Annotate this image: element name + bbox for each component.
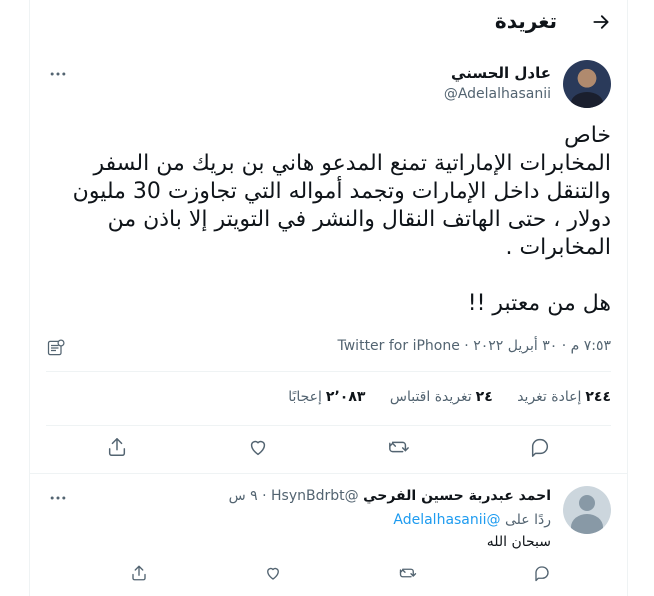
more-icon[interactable] (48, 488, 68, 508)
reply-actions (130, 564, 551, 584)
tweet-source[interactable]: Twitter for iPhone (338, 338, 460, 354)
tweet-stats: ٢٤٤إعادة تغريد ٢٤تغريدة اقتباس ٢٬٠٨٣إعجا… (268, 389, 611, 405)
retweet-icon[interactable] (399, 564, 417, 582)
reply-icon[interactable] (529, 436, 551, 458)
meta-separator: · (464, 338, 469, 354)
reply-text: سبحان الله (486, 534, 551, 550)
reply-separator: · (262, 488, 267, 504)
author-avatar[interactable] (563, 60, 611, 108)
author-handle[interactable]: @Adelalhasanii (444, 86, 551, 102)
replying-to: ردًا على @Adelalhasanii (393, 512, 551, 528)
divider (30, 473, 627, 474)
reply-author-avatar[interactable] (563, 486, 611, 534)
like-icon[interactable] (264, 564, 282, 582)
tweet-column: تغريدة عادل الحسني @Adelalhasanii خاص ال… (29, 0, 628, 596)
replying-to-prefix: ردًا على (505, 512, 551, 528)
reply-author-handle[interactable]: @HsynBdrbt (271, 488, 359, 504)
author-name[interactable]: عادل الحسني (451, 64, 551, 82)
tweet-line: خاص (564, 123, 611, 148)
tweet-actions (46, 436, 611, 464)
analytics-icon[interactable] (46, 338, 66, 358)
page-title: تغريدة (494, 9, 557, 33)
stat-likes[interactable]: ٢٬٠٨٣إعجابًا (288, 389, 365, 405)
share-icon[interactable] (106, 436, 128, 458)
like-icon[interactable] (247, 436, 269, 458)
reply-time[interactable]: ٩ س (229, 488, 258, 504)
tweet-line: والتنقل داخل الإمارات وتجمد أمواله التي … (72, 179, 611, 204)
tweet-gap (46, 262, 611, 290)
share-icon[interactable] (130, 564, 148, 582)
tweet-timestamp[interactable]: ٧:٥٣ م · ٣٠ أبريل ٢٠٢٢ (473, 338, 611, 354)
reply-author-name[interactable]: احمد عبدربة حسين الفرحي (363, 488, 551, 504)
retweet-icon[interactable] (388, 436, 410, 458)
reply-header: احمد عبدربة حسين الفرحي @HsynBdrbt · ٩ س (229, 488, 551, 504)
tweet-line: المخابرات . (505, 235, 611, 260)
replying-to-mention[interactable]: @Adelalhasanii (393, 512, 500, 528)
divider (46, 371, 611, 372)
more-icon[interactable] (48, 64, 68, 84)
divider (46, 425, 611, 426)
reply-icon[interactable] (533, 564, 551, 582)
stat-quotes[interactable]: ٢٤تغريدة اقتباس (390, 389, 493, 405)
arrow-right-icon[interactable] (591, 12, 611, 32)
tweet-text: خاص المخابرات الإماراتية تمنع المدعو هان… (46, 122, 611, 318)
tweet-meta: ٧:٥٣ م · ٣٠ أبريل ٢٠٢٢ · Twitter for iPh… (338, 338, 612, 354)
stat-retweets[interactable]: ٢٤٤إعادة تغريد (517, 389, 611, 405)
tweet-line: دولار ، حتى الهاتف النقال والنشر في التو… (107, 207, 611, 232)
page-header: تغريدة (30, 0, 627, 46)
tweet-line: المخابرات الإماراتية تمنع المدعو هاني بن… (93, 151, 611, 176)
tweet-closing-line: هل من معتبر !! (467, 291, 611, 316)
